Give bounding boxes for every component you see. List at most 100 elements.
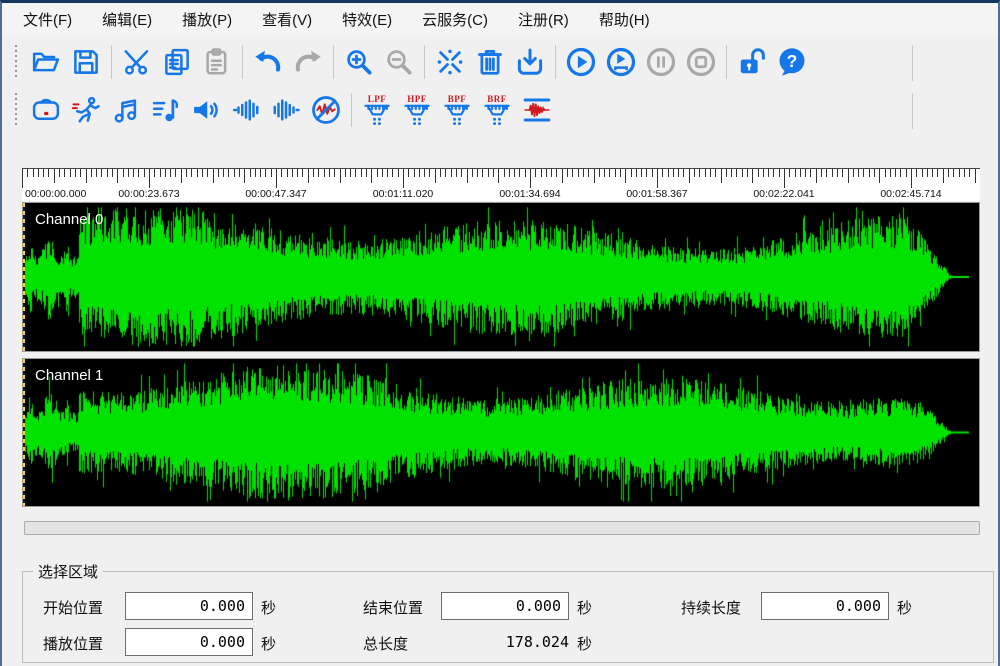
ruler-tick — [345, 169, 346, 177]
brf-filter-button[interactable]: BRF — [478, 89, 516, 131]
ruler-tick — [451, 169, 452, 177]
menu-register[interactable]: 注册(R) — [503, 3, 584, 36]
waveform-canvas[interactable] — [23, 359, 979, 506]
ruler-tick — [467, 169, 468, 183]
ruler-tick — [54, 169, 55, 183]
ruler-tick — [213, 169, 214, 183]
copy-button[interactable] — [158, 41, 196, 83]
ruler-tick — [588, 169, 589, 177]
equalizer-button[interactable] — [518, 89, 556, 131]
ruler-tick — [710, 169, 711, 177]
ruler-tick — [472, 169, 473, 177]
menu-cloud[interactable]: 云服务(C) — [407, 3, 503, 36]
import-button[interactable] — [511, 41, 549, 83]
horizontal-scrollbar[interactable] — [24, 521, 980, 535]
ruler-tick — [281, 169, 282, 177]
recorder-button[interactable] — [27, 89, 65, 131]
ruler-tick — [22, 169, 23, 188]
undo-button[interactable] — [249, 41, 287, 83]
zoom-in-button[interactable] — [340, 41, 378, 83]
open-button[interactable] — [27, 41, 65, 83]
ruler-tick — [620, 169, 621, 177]
speed-button[interactable] — [67, 89, 105, 131]
fade-out-button[interactable] — [267, 89, 305, 131]
menu-edit[interactable]: 编辑(E) — [87, 3, 167, 36]
ruler-tick — [937, 169, 938, 177]
ruler-tick — [80, 169, 81, 177]
fade-in-bars-icon — [231, 95, 261, 125]
ruler-tick — [160, 169, 161, 177]
notes-button[interactable] — [107, 89, 145, 131]
ruler-time-label: 00:01:11.020 — [363, 188, 443, 200]
stop-button[interactable] — [682, 41, 720, 83]
ruler-tick — [27, 169, 28, 177]
ruler-tick — [207, 169, 208, 177]
play-button[interactable] — [562, 41, 600, 83]
bpf-filter-button[interactable]: BPF — [438, 89, 476, 131]
ruler-tick — [292, 169, 293, 177]
menu-effects[interactable]: 特效(E) — [327, 3, 407, 36]
duration-input[interactable] — [761, 592, 889, 620]
waveform-channel-1[interactable]: Channel 1 — [22, 358, 980, 507]
fade-in-button[interactable] — [227, 89, 265, 131]
toolbar-separator — [333, 45, 334, 79]
play-device-button[interactable] — [602, 41, 640, 83]
save-button[interactable] — [67, 41, 105, 83]
waveform-canvas[interactable] — [23, 203, 979, 351]
zoom-in-icon — [344, 47, 374, 77]
cut-button[interactable] — [118, 41, 156, 83]
ruler-tick — [260, 169, 261, 177]
delete-button[interactable] — [471, 41, 509, 83]
menu-help[interactable]: 帮助(H) — [584, 3, 665, 36]
ruler-tick — [302, 169, 303, 177]
zoom-out-button[interactable] — [380, 41, 418, 83]
bpf-label: BPF — [448, 95, 467, 104]
ruler-tick — [456, 169, 457, 177]
stop-icon — [686, 47, 716, 77]
denoise-button[interactable] — [307, 89, 345, 131]
hpf-filter-button[interactable]: HPF — [398, 89, 436, 131]
ruler-tick — [689, 169, 690, 183]
ruler-tick — [800, 169, 801, 177]
ruler-tick — [863, 169, 864, 177]
ruler-tick — [170, 169, 171, 177]
ruler-tick — [594, 169, 595, 183]
timeline-ruler[interactable]: 00:00:00.00000:00:23.67300:00:47.34700:0… — [22, 168, 980, 201]
ruler-tick — [101, 169, 102, 177]
help-button[interactable]: ? — [773, 41, 811, 83]
denoise-icon — [311, 95, 341, 125]
paste-button[interactable] — [198, 41, 236, 83]
play-position-input[interactable] — [125, 628, 253, 656]
pause-button[interactable] — [642, 41, 680, 83]
unlock-button[interactable] — [733, 41, 771, 83]
redo-button[interactable] — [289, 41, 327, 83]
total-length-label: 总长度 — [363, 633, 408, 654]
ruler-tick — [826, 169, 827, 177]
ruler-tick — [96, 169, 97, 177]
ruler-tick — [530, 169, 531, 188]
start-position-input[interactable] — [125, 592, 253, 620]
lpf-filter-button[interactable]: LPF — [358, 89, 396, 131]
ruler-tick — [519, 169, 520, 177]
ruler-tick — [382, 169, 383, 177]
toolbar-separator — [726, 45, 727, 79]
duration-unit: 秒 — [897, 597, 912, 618]
toolbar-end-separator — [912, 93, 913, 129]
ruler-tick — [848, 169, 849, 183]
ruler-tick — [900, 169, 901, 177]
menu-file[interactable]: 文件(F) — [8, 3, 87, 36]
ruler-tick — [419, 169, 420, 177]
compress-button[interactable] — [431, 41, 469, 83]
end-position-input[interactable] — [441, 592, 569, 620]
menu-play[interactable]: 播放(P) — [167, 3, 247, 36]
waveform-channel-0[interactable]: Channel 0 — [22, 202, 980, 352]
tempo-button[interactable] — [147, 89, 185, 131]
volume-button[interactable] — [187, 89, 225, 131]
ruler-tick — [546, 169, 547, 177]
ruler-tick — [313, 169, 314, 177]
end-unit: 秒 — [577, 597, 592, 618]
toolbar-grip[interactable] — [14, 93, 19, 127]
ruler-tick — [853, 169, 854, 177]
menu-view[interactable]: 查看(V) — [247, 3, 327, 36]
toolbar-grip[interactable] — [14, 45, 19, 79]
